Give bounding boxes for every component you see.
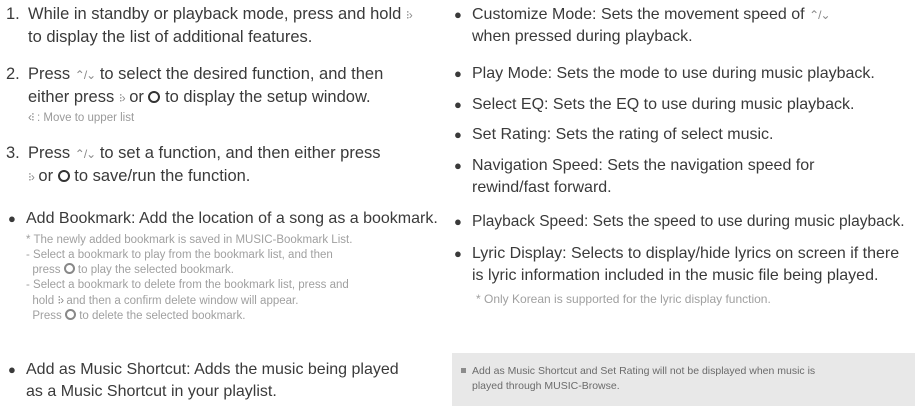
- note-square-icon: [461, 368, 466, 373]
- playback-speed-text: Playback Speed: Sets the speed to use du…: [472, 213, 905, 230]
- note-box-line2: played through MUSIC-Browse.: [472, 380, 620, 392]
- bullet-dot: ●: [454, 158, 462, 173]
- left-arrow-key-icon: ‹⁝: [28, 110, 35, 124]
- right-arrow-key-icon: ⁝›: [405, 8, 413, 22]
- bookmark-note-3a: - Select a bookmark to delete from the b…: [26, 279, 349, 291]
- bullet-dot: ●: [454, 66, 462, 81]
- lyric-line1: Lyric Display: Selects to display/hide l…: [472, 245, 900, 262]
- shortcut-line2: as a Music Shortcut in your playlist.: [26, 383, 277, 400]
- lyric-line2: is lyric information included in the mus…: [472, 267, 879, 284]
- note-box-line1: Add as Music Shortcut and Set Rating wil…: [472, 365, 816, 377]
- bookmark-note-3c-pre: Press: [32, 310, 62, 322]
- bullet-dot: ●: [454, 97, 462, 112]
- bullet-customize-mode: ● Customize Mode: Sets the movement spee…: [452, 4, 917, 48]
- bullet-set-rating: ● Set Rating: Sets the rating of select …: [452, 124, 917, 146]
- bookmark-text: Add Bookmark: Add the location of a song…: [26, 210, 438, 227]
- bookmark-note-3c-post: to delete the selected bookmark.: [79, 310, 246, 322]
- bullet-add-bookmark: ● Add Bookmark: Add the location of a so…: [6, 208, 466, 324]
- select-button-icon: [148, 91, 161, 103]
- bullet-dot: ●: [454, 246, 462, 261]
- step-1-line1: While in standby or playback mode, press…: [28, 5, 402, 23]
- bullet-play-mode: ● Play Mode: Sets the mode to use during…: [452, 63, 917, 85]
- customize-line1: Customize Mode: Sets the movement speed …: [472, 6, 805, 23]
- bullet-navigation-speed: ● Navigation Speed: Sets the navigation …: [452, 155, 917, 199]
- right-arrow-key-icon: ⁝›: [118, 91, 126, 105]
- step-2-sub: : Move to upper list: [37, 112, 135, 124]
- bullet-dot: ●: [454, 127, 462, 142]
- step-3-number: 3.: [6, 144, 20, 162]
- up-down-key-icon: ⌃/⌄: [74, 147, 96, 161]
- bookmark-note-1: * The newly added bookmark is saved in M…: [26, 234, 353, 246]
- bookmark-note-3b-pre: hold: [32, 295, 55, 307]
- play-mode-text: Play Mode: Sets the mode to use during m…: [472, 65, 875, 82]
- nav-speed-line2: rewind/fast forward.: [472, 179, 612, 196]
- set-rating-text: Set Rating: Sets the rating of select mu…: [472, 126, 774, 143]
- bullet-dot: ●: [454, 214, 462, 229]
- step-3-line1: to set a function, and then either press: [99, 144, 381, 162]
- bullet-dot: ●: [8, 362, 16, 377]
- bookmark-note-2b-post: to play the selected bookmark.: [77, 264, 234, 276]
- step-3-press: Press: [28, 144, 71, 162]
- note-box: Add as Music Shortcut and Set Rating wil…: [452, 353, 915, 406]
- shortcut-line1: Add as Music Shortcut: Adds the music be…: [26, 361, 399, 378]
- up-down-key-icon: ⌃/⌄: [74, 68, 96, 82]
- up-down-key-icon: ⌃/⌄: [809, 8, 830, 22]
- select-button-icon: [57, 170, 70, 182]
- step-2-either: either press: [28, 88, 115, 106]
- bullet-playback-speed: ● Playback Speed: Sets the speed to use …: [452, 211, 917, 233]
- bookmark-note-3b-post: and then a confirm delete window will ap…: [66, 295, 299, 307]
- step-3-line2: to save/run the function.: [74, 167, 251, 185]
- right-arrow-key-icon: ⁝›: [28, 170, 35, 184]
- bullet-add-music-shortcut: ● Add as Music Shortcut: Adds the music …: [6, 359, 466, 403]
- bullet-lyric-display: ● Lyric Display: Selects to display/hide…: [452, 243, 917, 307]
- nav-speed-line1: Navigation Speed: Sets the navigation sp…: [472, 157, 815, 174]
- select-button-icon: [63, 263, 75, 274]
- step-2-number: 2.: [6, 65, 20, 83]
- lyric-note: * Only Korean is supported for the lyric…: [476, 292, 771, 306]
- step-1-line2: to display the list of additional featur…: [28, 28, 313, 46]
- step-1-number: 1.: [6, 5, 20, 23]
- step-3-or: or: [38, 167, 54, 185]
- bookmark-note-2a: - Select a bookmark to play from the boo…: [26, 249, 333, 261]
- bullet-select-eq: ● Select EQ: Sets the EQ to use during m…: [452, 94, 917, 116]
- bullet-dot: ●: [454, 7, 462, 22]
- select-eq-text: Select EQ: Sets the EQ to use during mus…: [472, 96, 855, 113]
- select-button-icon: [65, 309, 76, 320]
- step-2: 2. Press ⌃/⌄ to select the desired funct…: [6, 63, 468, 126]
- right-arrow-key-icon: ⁝›: [57, 293, 64, 307]
- bullet-dot: ●: [8, 211, 16, 226]
- step-1: 1. While in standby or playback mode, pr…: [6, 3, 413, 48]
- customize-line2: when pressed during playback.: [472, 28, 693, 45]
- bookmark-note-2b-pre: press: [32, 264, 61, 276]
- step-3: 3. Press ⌃/⌄ to set a function, and then…: [6, 142, 468, 188]
- step-2-line1: to select the desired function, and then: [99, 65, 384, 83]
- step-2-line2: to display the setup window.: [165, 88, 371, 106]
- step-2-press: Press: [28, 65, 71, 83]
- step-2-or: or: [129, 88, 144, 106]
